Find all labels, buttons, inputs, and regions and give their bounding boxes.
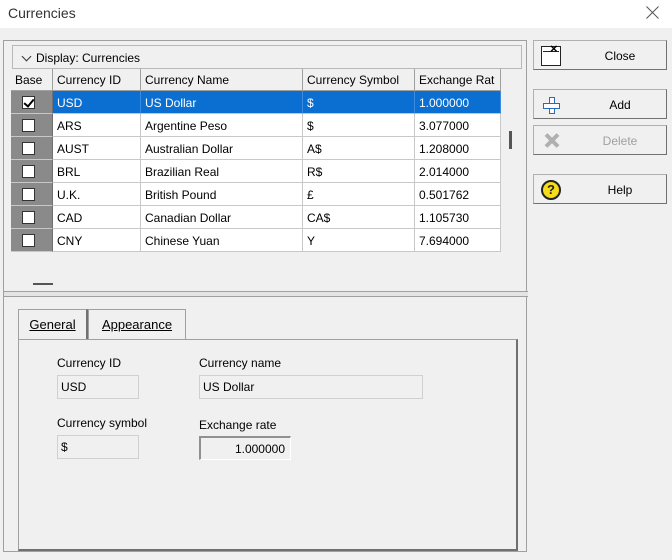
currency-symbol-cell[interactable]: $ bbox=[303, 91, 415, 114]
close-button-label: Close bbox=[604, 49, 636, 63]
currency-id-cell[interactable]: BRL bbox=[53, 160, 141, 183]
currency-name-cell[interactable]: Argentine Peso bbox=[141, 114, 303, 137]
table-row[interactable]: CNY Chinese Yuan Y 7.694000 bbox=[11, 229, 501, 252]
display-label: Display: Currencies bbox=[36, 51, 141, 65]
currency-id-cell[interactable]: CAD bbox=[53, 206, 141, 229]
currency-id-cell[interactable]: U.K. bbox=[53, 183, 141, 206]
table-row[interactable]: AUST Australian Dollar A$ 1.208000 bbox=[11, 137, 501, 160]
currency-symbol-field[interactable]: $ bbox=[57, 435, 139, 459]
currency-symbol-cell[interactable]: Y bbox=[303, 229, 415, 252]
currency-symbol-cell[interactable]: $ bbox=[303, 114, 415, 137]
exchange-rate-field[interactable]: 1.000000 bbox=[199, 436, 291, 460]
currency-symbol-cell[interactable]: £ bbox=[303, 183, 415, 206]
currency-grid[interactable]: Base Currency ID Currency Name Currency … bbox=[11, 69, 522, 279]
column-header-name[interactable]: Currency Name bbox=[141, 69, 303, 91]
title-bar: Currencies bbox=[0, 0, 672, 28]
exchange-rate-cell[interactable]: 1.105730 bbox=[415, 206, 501, 229]
currency-symbol-cell[interactable]: A$ bbox=[303, 137, 415, 160]
currency-name-cell[interactable]: Brazilian Real bbox=[141, 160, 303, 183]
vertical-scrollbar-thumb[interactable] bbox=[509, 131, 512, 149]
exchange-rate-cell[interactable]: 1.208000 bbox=[415, 137, 501, 160]
base-cell[interactable] bbox=[11, 91, 53, 114]
delete-button-label: Delete bbox=[602, 134, 638, 148]
currency-id-field[interactable]: USD bbox=[57, 375, 139, 399]
table-row[interactable]: U.K. British Pound £ 0.501762 bbox=[11, 183, 501, 206]
column-header-base[interactable]: Base bbox=[11, 69, 53, 91]
base-checkbox[interactable] bbox=[22, 142, 35, 155]
window-body: Display: Currencies Base Currency ID Cur… bbox=[0, 28, 672, 560]
base-checkbox[interactable] bbox=[22, 165, 35, 178]
table-row[interactable]: CAD Canadian Dollar CA$ 1.105730 bbox=[11, 206, 501, 229]
add-button[interactable]: Add bbox=[533, 89, 667, 119]
base-checkbox[interactable] bbox=[22, 188, 35, 201]
base-checkbox[interactable] bbox=[22, 119, 35, 132]
exchange-rate-cell[interactable]: 1.000000 bbox=[415, 91, 501, 114]
column-header-symbol[interactable]: Currency Symbol bbox=[303, 69, 415, 91]
tab-general[interactable]: General bbox=[18, 309, 88, 339]
tab-general-label: General bbox=[29, 317, 76, 332]
help-button[interactable]: Help bbox=[533, 174, 667, 204]
tab-appearance-label: Appearance bbox=[101, 317, 173, 332]
base-cell[interactable] bbox=[11, 160, 53, 183]
tab-appearance[interactable]: Appearance bbox=[88, 309, 186, 339]
window-title: Currencies bbox=[8, 5, 76, 21]
base-cell[interactable] bbox=[11, 229, 53, 252]
currency-symbol-label: Currency symbol bbox=[57, 416, 148, 430]
grid-header: Base Currency ID Currency Name Currency … bbox=[11, 69, 501, 91]
display-group-header[interactable]: Display: Currencies bbox=[12, 45, 522, 69]
currency-name-field[interactable]: US Dollar bbox=[199, 375, 423, 399]
exchange-rate-cell[interactable]: 7.694000 bbox=[415, 229, 501, 252]
currency-id-cell[interactable]: ARS bbox=[53, 114, 141, 137]
base-checkbox[interactable] bbox=[22, 211, 35, 224]
currency-id-cell[interactable]: AUST bbox=[53, 137, 141, 160]
plus-icon bbox=[541, 95, 561, 115]
currency-symbol-cell[interactable]: CA$ bbox=[303, 206, 415, 229]
base-cell[interactable] bbox=[11, 206, 53, 229]
currency-name-cell[interactable]: Australian Dollar bbox=[141, 137, 303, 160]
close-button[interactable]: Close bbox=[533, 40, 667, 70]
currency-id-cell[interactable]: CNY bbox=[53, 229, 141, 252]
close-window-icon[interactable] bbox=[644, 3, 662, 21]
table-row[interactable]: BRL Brazilian Real R$ 2.014000 bbox=[11, 160, 501, 183]
table-row[interactable]: ARS Argentine Peso $ 3.077000 bbox=[11, 114, 501, 137]
delete-x-icon bbox=[541, 131, 561, 151]
currency-name-cell[interactable]: Canadian Dollar bbox=[141, 206, 303, 229]
currency-symbol-cell[interactable]: R$ bbox=[303, 160, 415, 183]
help-button-label: Help bbox=[607, 183, 633, 197]
chevron-down-icon[interactable] bbox=[23, 53, 31, 61]
currency-name-label: Currency name bbox=[199, 356, 282, 370]
column-header-rate[interactable]: Exchange Rat bbox=[415, 69, 501, 91]
base-cell[interactable] bbox=[11, 137, 53, 160]
general-tab-panel: Currency ID USD Currency name US Dollar … bbox=[18, 339, 518, 551]
base-checkbox[interactable] bbox=[22, 234, 35, 247]
add-button-label: Add bbox=[609, 98, 631, 112]
currency-id-cell[interactable]: USD bbox=[53, 91, 141, 114]
currency-name-cell[interactable]: British Pound bbox=[141, 183, 303, 206]
close-window-icon bbox=[541, 41, 561, 66]
column-header-id[interactable]: Currency ID bbox=[53, 69, 141, 91]
table-row[interactable]: USD US Dollar $ 1.000000 bbox=[11, 91, 501, 114]
exchange-rate-cell[interactable]: 0.501762 bbox=[415, 183, 501, 206]
base-cell[interactable] bbox=[11, 183, 53, 206]
currency-id-label: Currency ID bbox=[57, 356, 122, 370]
currency-name-cell[interactable]: US Dollar bbox=[141, 91, 303, 114]
delete-button[interactable]: Delete bbox=[533, 125, 667, 155]
exchange-rate-label: Exchange rate bbox=[199, 418, 277, 432]
exchange-rate-cell[interactable]: 3.077000 bbox=[415, 114, 501, 137]
help-question-icon bbox=[541, 180, 561, 200]
panel-splitter[interactable] bbox=[4, 291, 528, 297]
grid-footer bbox=[11, 279, 522, 291]
exchange-rate-cell[interactable]: 2.014000 bbox=[415, 160, 501, 183]
main-panel: Display: Currencies Base Currency ID Cur… bbox=[3, 40, 528, 552]
currency-name-cell[interactable]: Chinese Yuan bbox=[141, 229, 303, 252]
base-checkbox[interactable] bbox=[22, 96, 35, 109]
new-row-indicator-icon bbox=[33, 283, 53, 285]
base-cell[interactable] bbox=[11, 114, 53, 137]
